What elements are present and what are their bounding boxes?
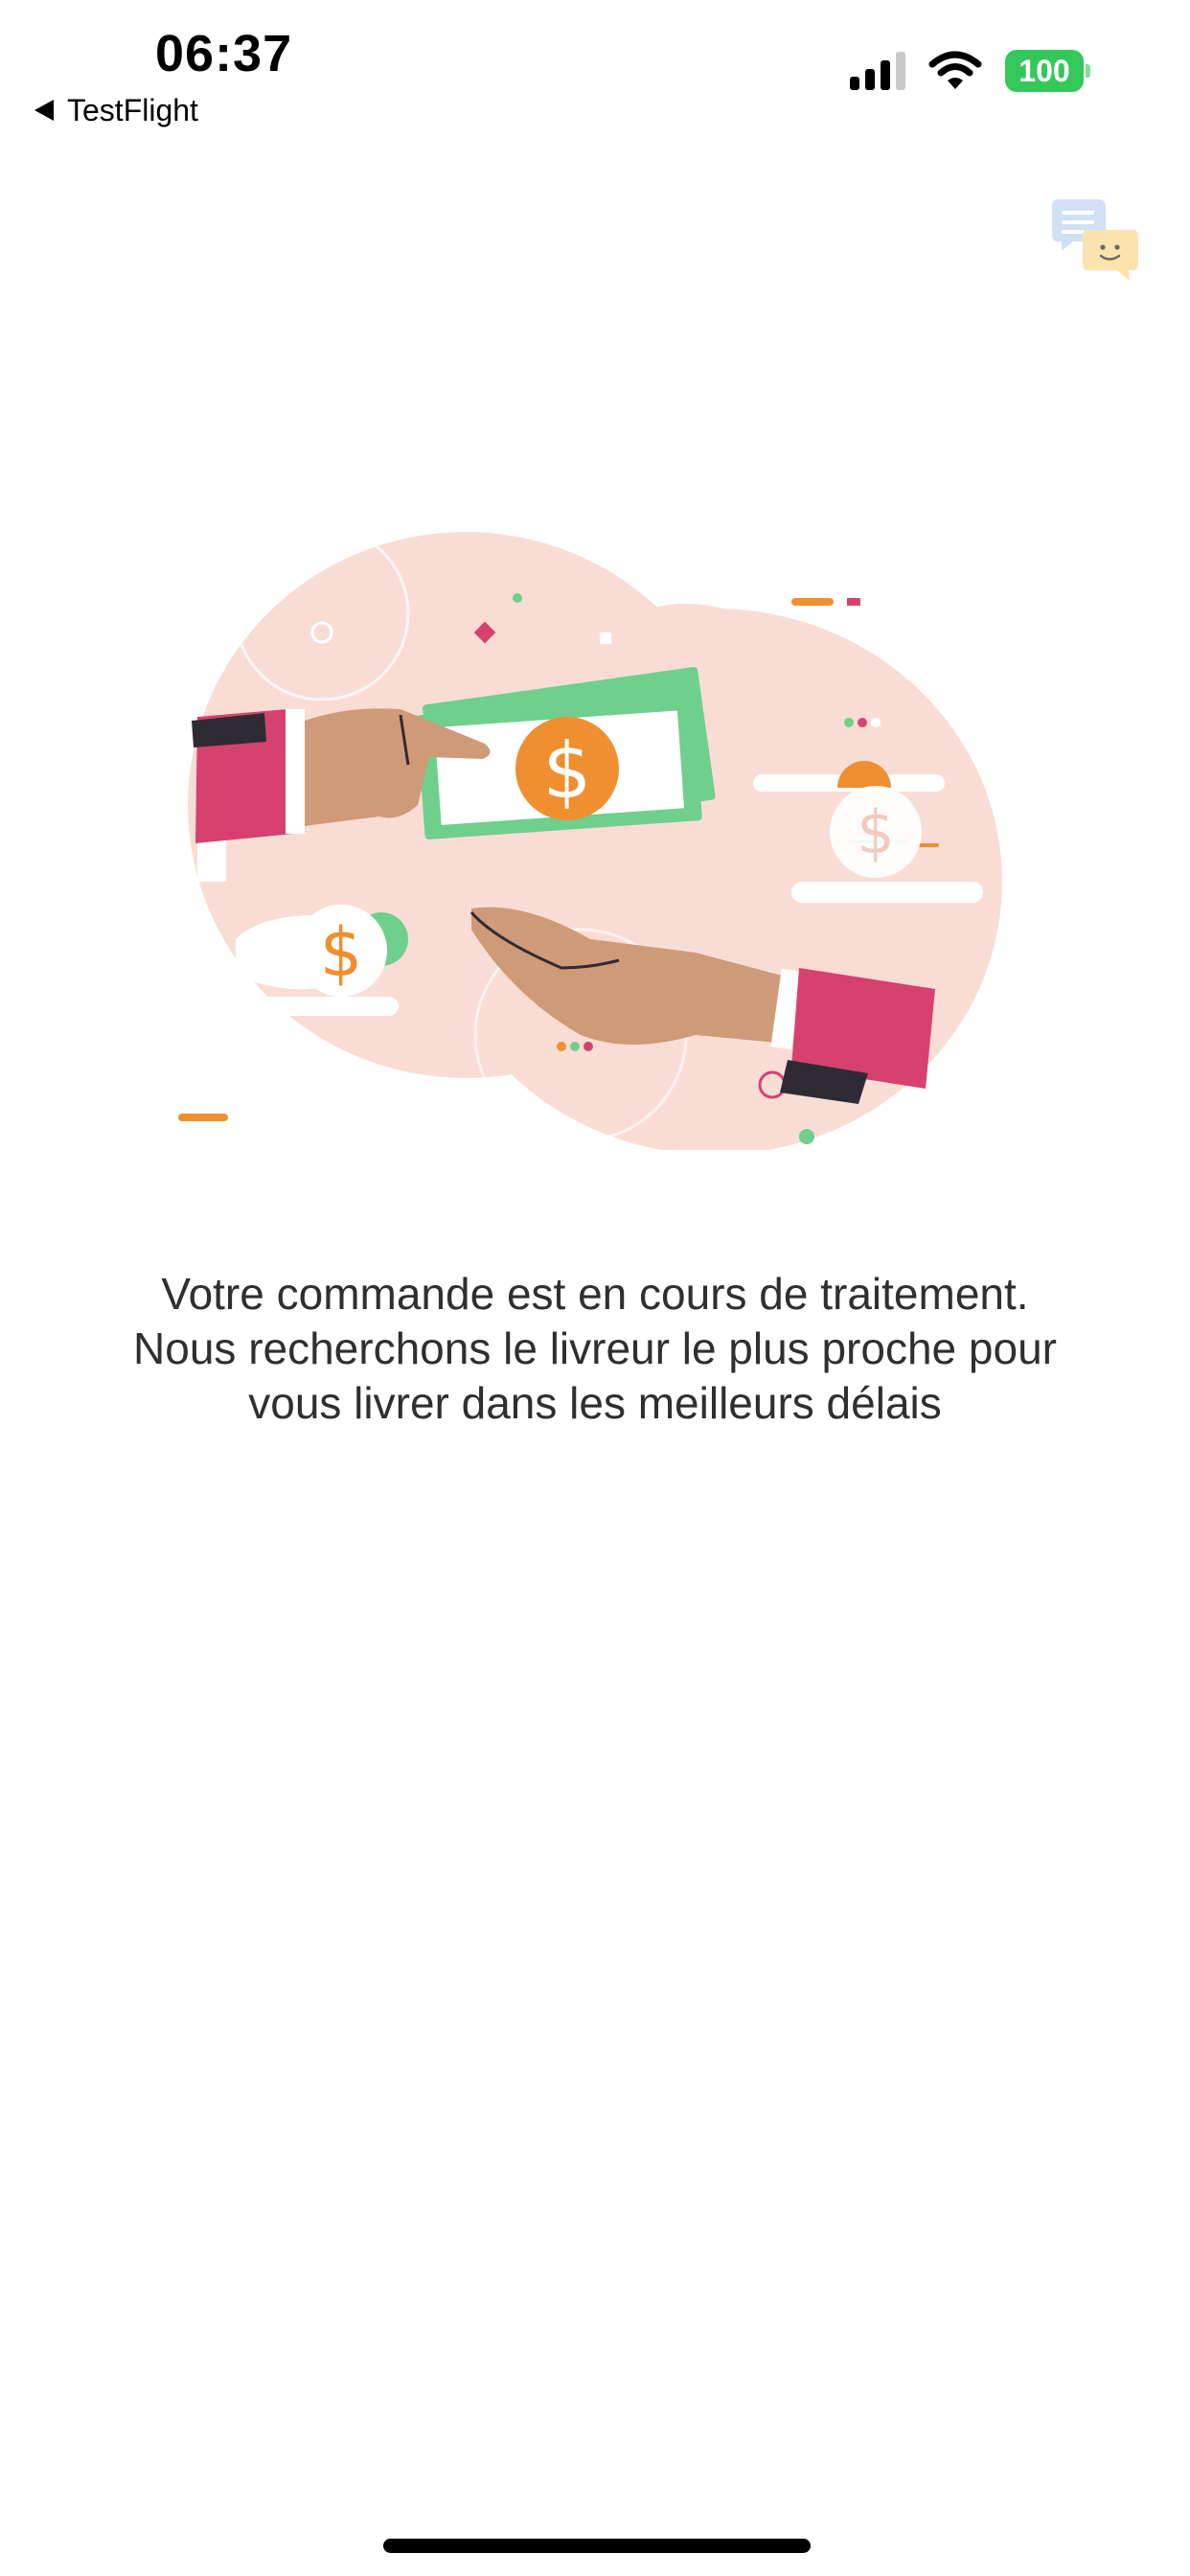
message-line-1: Votre commande est en cours de traitemen… [161, 1269, 1029, 1319]
back-to-app-button[interactable]: TestFlight [34, 91, 198, 129]
back-triangle-icon [34, 100, 54, 121]
status-time: 06:37 [155, 25, 293, 82]
cellular-signal-icon [850, 52, 905, 90]
battery-icon: 100 [1005, 50, 1090, 92]
home-indicator[interactable] [383, 2539, 811, 2553]
svg-text:$: $ [543, 726, 592, 816]
back-app-label: TestFlight [67, 92, 198, 127]
svg-text:$: $ [320, 913, 363, 992]
battery-level: 100 [1005, 50, 1084, 92]
chat-bubbles-icon[interactable] [1050, 197, 1140, 284]
svg-text:$: $ [857, 797, 894, 867]
order-status-message: Votre commande est en cours de traitemen… [57, 1267, 1133, 1431]
message-line-3: vous livrer dans les meilleurs délais [248, 1378, 942, 1428]
status-icons: 100 [850, 50, 1090, 92]
message-line-2: Nous recherchons le livreur le plus proc… [133, 1323, 1057, 1373]
payment-illustration: $ $ $ [178, 525, 1002, 1150]
wifi-icon [928, 51, 982, 89]
